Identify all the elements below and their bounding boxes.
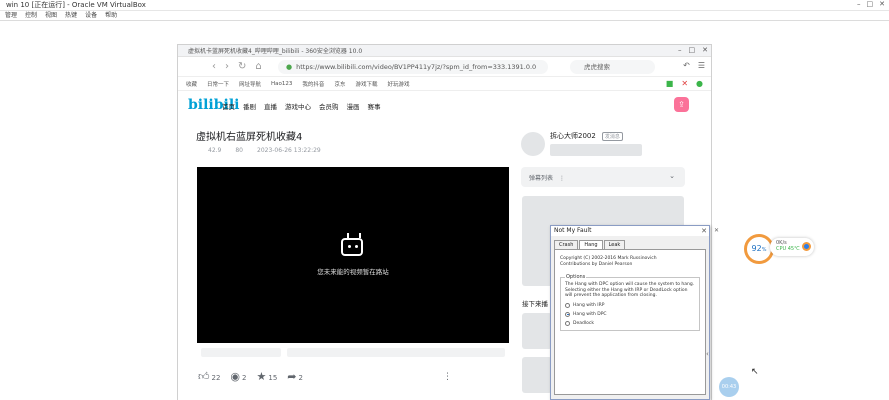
share-count: 2 [298,374,303,382]
percent-sign: % [761,247,767,253]
option-label: Deadlock [573,320,594,326]
more-icon[interactable]: ⋮ [443,372,452,382]
dialog-title: Not My Fault [554,227,592,234]
mouse-cursor-icon: ↖ [751,367,759,377]
star-icon: ★ [256,370,267,383]
share-icon: ➦ [287,370,297,383]
recommend-thumbnail[interactable] [522,313,552,349]
player-controls-placeholder [201,348,505,357]
coin-button[interactable]: ◉ 2 [230,370,246,383]
next-up-label: 接下来播 [522,300,548,308]
favorite-count: 15 [268,374,278,382]
memory-percent: 92 [751,244,762,253]
follow-button[interactable] [550,144,642,156]
view-count: 42.9 [208,147,222,154]
option-deadlock[interactable]: Deadlock [565,320,695,326]
host-menubar: 管理 控制 视图 热键 设备 帮助 [0,11,889,21]
share-button[interactable]: ➦ 2 [287,370,303,383]
option-hang-irp[interactable]: Hang with IRP [565,302,695,308]
uploader-name[interactable]: 拆心大师2002 发消息 [550,131,623,141]
tab-leak[interactable]: Leak [603,240,626,249]
favorite-button[interactable]: ★ 15 [257,370,278,383]
boost-icon[interactable] [802,242,811,251]
option-label: Hang with DPC [573,311,607,317]
video-player[interactable]: 您未来能的视频暂在路站 [197,167,509,343]
menu-item-view[interactable]: 视图 [45,11,57,20]
option-label: Hang with IRP [573,302,605,308]
minimize-icon[interactable]: – [857,0,861,10]
host-titlebar: win 10 [正在运行] - Oracle VM VirtualBox – □… [0,0,889,11]
dialog-body: Copyright (C) 2002-2016 Mark Russinovich… [554,249,706,395]
edge-arrow-icon: ‹ [706,350,709,358]
edge-close-icon[interactable]: ✕ [714,227,719,234]
coin-icon: ◉ [230,370,241,383]
guest-desktop: 虚拟机卡蓝屏死机收藏4_哔哩哔哩_bilibili - 360安全浏览器 10.… [0,21,889,400]
tab-hang[interactable]: Hang [579,240,603,249]
more-icon: ⋮ [558,175,565,182]
radio-icon [565,302,570,308]
close-icon[interactable]: ✕ [701,226,707,236]
video-actions: 👍︎ 22 ◉ 2 ★ 15 ➦ 2 ⋮ [198,370,452,383]
danmaku-count: 80 [235,147,243,154]
like-button[interactable]: 👍︎ 22 [198,370,220,383]
options-description: The Hang with DPC option will cause the … [565,282,695,298]
assist-bubble[interactable]: 00:43 [719,377,739,397]
danmaku-list-toggle[interactable]: 弹幕列表 ⋮ ⌄ [521,167,685,187]
uploader-name-text: 拆心大师2002 [550,132,596,140]
menu-item-manage[interactable]: 管理 [5,11,17,20]
notmyfault-dialog: Not My Fault ✕ Crash Hang Leak Copyright… [550,225,710,400]
radio-selected-icon [565,311,570,317]
coin-count: 2 [242,374,247,382]
thumbs-up-icon: 👍︎ [198,370,210,383]
maximize-icon[interactable]: □ [867,0,874,10]
radio-icon [565,320,570,326]
avatar[interactable] [521,132,545,156]
placeholder-bar [287,348,505,357]
bilibili-tv-icon [341,238,363,256]
meter-panel[interactable]: 0K/s CPU 45℃ [770,238,814,256]
options-group: Options The Hang with DPC option will ca… [560,274,700,331]
menu-item-devices[interactable]: 设备 [85,11,97,20]
contributions-line: Contributions by Daniel Pearson [560,262,633,267]
player-message: 您未来能的视频暂在路站 [317,268,389,276]
close-icon[interactable]: ✕ [879,0,885,10]
menu-item-control[interactable]: 控制 [25,11,37,20]
host-window-title: win 10 [正在运行] - Oracle VM VirtualBox [6,1,146,9]
option-hang-dpc[interactable]: Hang with DPC [565,311,695,317]
message-tag[interactable]: 发消息 [601,132,623,141]
dialog-tabs: Crash Hang Leak [551,236,709,249]
like-count: 22 [211,374,221,382]
video-title: 虚拟机右蓝屏死机收藏4 [196,132,303,143]
danmaku-list-label: 弹幕列表 [529,175,554,182]
chevron-down-icon: ⌄ [669,172,675,180]
tab-crash[interactable]: Crash [554,240,579,249]
menu-item-hotkey[interactable]: 热键 [65,11,77,20]
recommend-thumbnail[interactable] [522,357,552,393]
menu-item-help[interactable]: 帮助 [105,11,117,20]
video-meta: 42.9 80 2023-06-26 13:22:29 [208,147,321,154]
dialog-titlebar: Not My Fault ✕ [551,226,709,236]
placeholder-bar [201,348,281,357]
publish-date: 2023-06-26 13:22:29 [257,147,321,154]
options-legend: Options [566,274,586,280]
